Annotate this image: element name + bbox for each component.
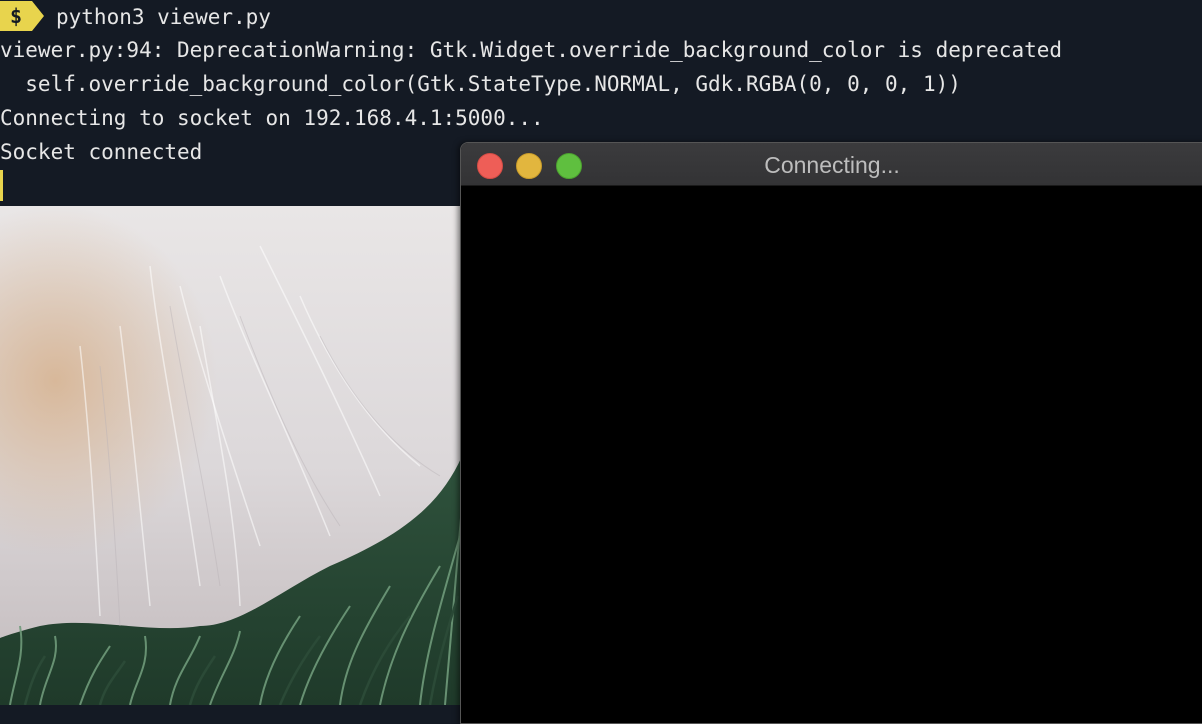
window-titlebar[interactable]: Connecting... bbox=[461, 143, 1202, 186]
terminal-line-connected: Socket connected bbox=[0, 140, 203, 164]
prompt-symbol: $ bbox=[0, 1, 32, 31]
viewer-canvas[interactable] bbox=[461, 186, 1202, 723]
terminal-command: python3 viewer.py bbox=[56, 5, 271, 29]
fur-on-grass-image bbox=[0, 206, 462, 705]
photo-preview bbox=[0, 206, 462, 705]
prompt-badge: $ bbox=[0, 1, 44, 31]
terminal-line-source: self.override_background_color(Gtk.State… bbox=[0, 72, 961, 96]
viewer-window[interactable]: Connecting... bbox=[460, 142, 1202, 724]
window-title: Connecting... bbox=[764, 152, 900, 178]
terminal-line-connecting: Connecting to socket on 192.168.4.1:5000… bbox=[0, 106, 544, 130]
terminal-line-warning: viewer.py:94: DeprecationWarning: Gtk.Wi… bbox=[0, 38, 1063, 62]
prompt-arrow-icon bbox=[32, 1, 44, 31]
terminal-cursor bbox=[0, 170, 3, 201]
